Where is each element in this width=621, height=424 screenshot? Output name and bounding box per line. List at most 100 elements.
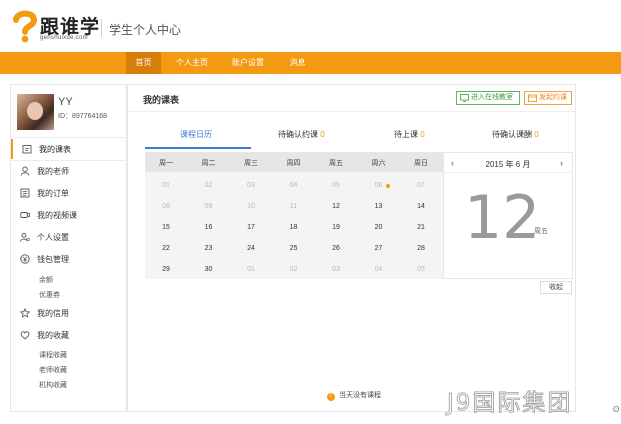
watermark: J9国际集团 bbox=[447, 390, 573, 417]
sidebar-item-my-schedule[interactable]: 我的课表 bbox=[11, 139, 126, 159]
weekday-label: 周六 bbox=[371, 160, 386, 167]
nav-messages[interactable]: 消息 bbox=[280, 52, 315, 74]
calendar-day-cell[interactable]: 14 bbox=[400, 203, 442, 210]
calendar-day-cell[interactable]: 07 bbox=[400, 182, 442, 189]
user-settings-icon bbox=[20, 232, 30, 242]
sidebar-subitem-balance[interactable]: 余额 bbox=[39, 275, 53, 285]
calendar-day-cell[interactable]: 20 bbox=[358, 224, 400, 231]
calendar-day-cell[interactable]: 05 bbox=[315, 182, 357, 189]
calendar-day-cell[interactable]: 19 bbox=[315, 224, 357, 231]
heart-icon bbox=[20, 331, 30, 340]
sidebar-subitem-org-favorites[interactable]: 机构收藏 bbox=[39, 380, 67, 390]
sidebar-subitem-course-favorites[interactable]: 课程收藏 bbox=[39, 350, 67, 360]
calendar-day-cell[interactable]: 02 bbox=[273, 266, 315, 273]
title-divider bbox=[128, 111, 575, 112]
sidebar-item-label: 钱包管理 bbox=[37, 255, 69, 264]
monitor-icon bbox=[460, 94, 469, 102]
site-title: 学生个人中心 bbox=[109, 23, 182, 37]
calendar-day-cell[interactable]: 02 bbox=[188, 182, 230, 189]
calendar-day-cell[interactable]: 30 bbox=[188, 266, 230, 273]
tab-upcoming-classes[interactable]: 待上课 0 bbox=[394, 129, 425, 140]
video-icon bbox=[20, 212, 30, 218]
calendar-day-cell[interactable]: 26 bbox=[315, 245, 357, 252]
tab-label: 待上课 bbox=[394, 130, 418, 139]
sidebar-item-my-video-courses[interactable]: 我的视频课 bbox=[11, 205, 126, 225]
sidebar-subitem-coupons[interactable]: 优惠券 bbox=[39, 290, 60, 300]
calendar-day-cell[interactable]: 01 bbox=[230, 266, 272, 273]
list-icon bbox=[20, 188, 30, 198]
sidebar-item-personal-settings[interactable]: 个人设置 bbox=[11, 227, 126, 247]
next-month-arrow-icon[interactable]: › bbox=[560, 158, 563, 168]
corner-icon: ʘ bbox=[613, 405, 620, 414]
calendar-day-cell[interactable]: 08 bbox=[145, 203, 187, 210]
calendar-day-cell[interactable]: 25 bbox=[273, 245, 315, 252]
nav-home[interactable]: 首页 bbox=[126, 52, 161, 74]
nav-homepage[interactable]: 个人主页 bbox=[168, 52, 216, 74]
calendar-day-cell[interactable]: 28 bbox=[400, 245, 442, 252]
start-booking-label: 发起约课 bbox=[539, 94, 567, 101]
calendar-day-cell[interactable]: 03 bbox=[230, 182, 272, 189]
weekday-label: 周二 bbox=[201, 160, 216, 167]
tab-label: 课程日历 bbox=[180, 130, 212, 139]
nav-account-settings[interactable]: 账户设置 bbox=[224, 52, 272, 74]
weekday-label: 周三 bbox=[244, 160, 258, 167]
calendar-day-cell[interactable]: 13 bbox=[358, 203, 400, 210]
calendar-day-cell[interactable]: 17 bbox=[230, 224, 272, 231]
sidebar-subitem-teacher-favorites[interactable]: 老师收藏 bbox=[39, 365, 67, 375]
schedule-icon bbox=[22, 145, 32, 154]
tab-label: 待确认课酬 bbox=[492, 130, 532, 139]
header-divider bbox=[101, 19, 102, 37]
month-label: 2015 年 6 月 bbox=[485, 160, 531, 169]
enter-online-classroom-label: 进入在线教室 bbox=[471, 94, 513, 101]
calendar-day-cell[interactable]: 06 bbox=[358, 182, 400, 189]
calendar-day-cell[interactable]: 23 bbox=[188, 245, 230, 252]
calendar-day-cell[interactable]: 22 bbox=[145, 245, 187, 252]
sidebar-item-label: 我的收藏 bbox=[37, 331, 69, 340]
logo-question-mark-icon[interactable] bbox=[10, 9, 40, 43]
tab-count: 0 bbox=[534, 130, 539, 139]
sidebar-divider bbox=[11, 137, 126, 138]
collapse-button[interactable]: 收起 bbox=[540, 281, 572, 294]
selected-day-number: 12 bbox=[464, 183, 541, 253]
calendar-day-cell[interactable]: 09 bbox=[188, 203, 230, 210]
calendar-day-cell[interactable]: 10 bbox=[230, 203, 272, 210]
tab-label: 待确认约课 bbox=[278, 130, 318, 139]
calendar-day-cell[interactable]: 05 bbox=[400, 266, 442, 273]
tab-course-calendar[interactable]: 课程日历 bbox=[180, 129, 212, 140]
calendar-day-cell[interactable]: 16 bbox=[188, 224, 230, 231]
sidebar-item-label: 我的信用 bbox=[37, 309, 69, 318]
calendar-day-cell[interactable]: 21 bbox=[400, 224, 442, 231]
tab-pending-booking[interactable]: 待确认约课 0 bbox=[278, 129, 325, 140]
enter-online-classroom-button[interactable]: 进入在线教室 bbox=[456, 91, 520, 105]
calendar-day-cell[interactable]: 11 bbox=[273, 203, 315, 210]
calendar-day-cell[interactable]: 04 bbox=[358, 266, 400, 273]
calendar-day-cell[interactable]: 03 bbox=[315, 266, 357, 273]
sidebar-item-wallet[interactable]: 钱包管理 bbox=[11, 249, 126, 269]
sidebar-item-label: 我的课表 bbox=[39, 145, 71, 154]
weekday-label: 周五 bbox=[329, 160, 343, 167]
start-booking-button[interactable]: 发起约课 bbox=[524, 91, 572, 105]
top-nav: 首页 个人主页 账户设置 消息 bbox=[0, 52, 621, 74]
sidebar-item-my-teachers[interactable]: 我的老师 bbox=[11, 161, 126, 181]
sidebar-item-my-orders[interactable]: 我的订单 bbox=[11, 183, 126, 203]
calendar-day-cell[interactable]: 27 bbox=[358, 245, 400, 252]
sidebar-item-my-credit[interactable]: 我的信用 bbox=[11, 303, 126, 323]
calendar-day-cell[interactable]: 24 bbox=[230, 245, 272, 252]
course-dot-indicator bbox=[385, 184, 390, 188]
no-course-notice: ! 当天没有课程 bbox=[327, 390, 381, 401]
calendar-day-cell[interactable]: 15 bbox=[145, 224, 187, 231]
calendar-day-cell[interactable]: 12 bbox=[315, 203, 357, 210]
sidebar-item-my-favorites[interactable]: 我的收藏 bbox=[11, 325, 126, 345]
selected-weekday: 周五 bbox=[534, 228, 548, 235]
calendar-day-cell[interactable]: 01 bbox=[145, 182, 187, 189]
calendar-day-cell[interactable]: 29 bbox=[145, 266, 187, 273]
calendar-day-cell[interactable]: 18 bbox=[273, 224, 315, 231]
calendar-grid: 周一 周二 周三 周四 周五 周六 周日 01 02 03 04 05 06 07 08 09 10 11 12 1… bbox=[145, 152, 443, 279]
logo-domain: genshuixue.com bbox=[40, 35, 88, 41]
person-icon bbox=[20, 166, 30, 176]
tab-count: 0 bbox=[320, 130, 325, 139]
tab-pending-fees[interactable]: 待确认课酬 0 bbox=[492, 129, 539, 140]
page-title: 我的课表 bbox=[143, 95, 180, 105]
avatar[interactable] bbox=[17, 94, 54, 130]
calendar-day-cell[interactable]: 04 bbox=[273, 182, 315, 189]
